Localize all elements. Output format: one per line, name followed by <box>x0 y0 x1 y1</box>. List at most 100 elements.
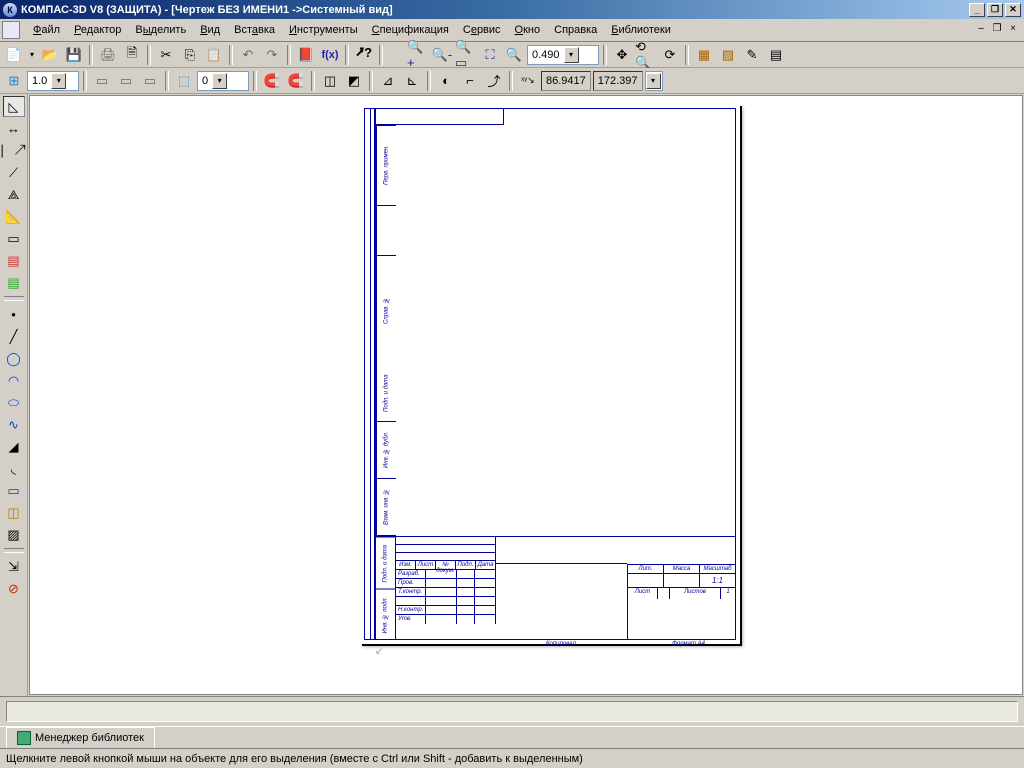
point-tool[interactable]: • <box>3 304 25 325</box>
paste-button[interactable]: 📋 <box>203 44 225 66</box>
ortho-button[interactable]: ⌐ <box>459 70 481 92</box>
param2-button[interactable]: ◩ <box>343 70 365 92</box>
layer3-button[interactable]: ▭ <box>139 70 161 92</box>
menu-insert[interactable]: Вставка <box>227 22 282 38</box>
zoom-prev-button[interactable]: ⟲🔍 <box>635 44 657 66</box>
dimension-tool[interactable]: ↔ <box>3 118 25 139</box>
new-dropdown[interactable]: ▾ <box>27 44 37 66</box>
rect-tool[interactable]: ▭ <box>3 480 25 501</box>
snap2-button[interactable]: 🧲 <box>285 70 307 92</box>
undo-button[interactable]: ↶ <box>237 44 259 66</box>
select-tool[interactable]: ▭ <box>3 228 25 249</box>
pan-button[interactable]: ✥ <box>611 44 633 66</box>
layer1-button[interactable]: ▭ <box>91 70 113 92</box>
window-title: КОМПАС-3D V8 (ЗАЩИТА) - [Чертеж БЕЗ ИМЕН… <box>21 4 969 16</box>
view1-button[interactable]: ▦ <box>693 44 715 66</box>
param-tool[interactable]: ⟁ <box>3 184 25 205</box>
measure-tool[interactable]: 📐 <box>3 206 25 227</box>
minimize-button[interactable]: _ <box>969 3 985 17</box>
menu-view[interactable]: Вид <box>193 22 227 38</box>
hatch-button[interactable]: ⬚ <box>173 70 195 92</box>
spline-tool[interactable]: ∿ <box>3 414 25 435</box>
zoom-combo[interactable]: 0.490 ▾ <box>527 45 599 65</box>
print-button[interactable]: 🖨 <box>97 44 119 66</box>
tb-revision-block: Изм. Лист № докум. Подп. Дата Разраб. Пр… <box>396 537 496 640</box>
lineweight-combo[interactable]: 1.0 ▾ <box>27 71 79 91</box>
library-icon <box>17 731 31 745</box>
zoom-out-button[interactable]: 🔍- <box>431 44 453 66</box>
mdi-close[interactable]: × <box>1006 24 1020 36</box>
canvas[interactable]: Перв. примен. Справ. № Подп. и дата Инв.… <box>29 95 1023 695</box>
menu-editor[interactable]: Редактор <box>67 22 128 38</box>
report-tool[interactable]: ▤ <box>3 272 25 293</box>
ellipse-tool[interactable]: ⬭ <box>3 392 25 413</box>
stop-tool[interactable]: ⊘ <box>3 578 25 599</box>
ortho2-button[interactable]: ⊾ <box>401 70 423 92</box>
dropdown-icon[interactable]: ▾ <box>646 73 661 89</box>
hatch2-tool[interactable]: ▨ <box>3 524 25 545</box>
drawing-sheet[interactable]: Перв. примен. Справ. № Подп. и дата Инв.… <box>360 104 740 644</box>
param1-button[interactable]: ◫ <box>319 70 341 92</box>
drag-tool[interactable]: ⇲ <box>3 556 25 577</box>
grid-button[interactable]: ⊞ <box>3 70 25 92</box>
menu-file[interactable]: Файл <box>26 22 67 38</box>
circle-tool[interactable]: ◯ <box>3 348 25 369</box>
geometry-tool[interactable]: ◺ <box>3 96 25 117</box>
zoom-object-button[interactable]: 🔍 <box>503 44 525 66</box>
menu-libs[interactable]: Библиотеки <box>604 22 678 38</box>
dropdown-icon[interactable]: ▾ <box>564 47 579 63</box>
redraw-button[interactable]: ⟳ <box>659 44 681 66</box>
zoom-in-button[interactable]: 🔍+ <box>407 44 429 66</box>
menu-tools[interactable]: Инструменты <box>282 22 365 38</box>
properties-button[interactable]: 📕 <box>295 44 317 66</box>
ortho1-button[interactable]: ⊿ <box>377 70 399 92</box>
close-button[interactable]: ✕ <box>1005 3 1021 17</box>
cut-button[interactable]: ✂ <box>155 44 177 66</box>
chamfer-tool[interactable]: ◢ <box>3 436 25 457</box>
line-tool[interactable]: ╱ <box>3 326 25 347</box>
symbol-tool[interactable]: ⎸↗ <box>3 140 25 161</box>
menu-window[interactable]: Окно <box>508 22 548 38</box>
arc-tool[interactable]: ◠ <box>3 370 25 391</box>
edit-tool[interactable]: ⟋ <box>3 162 25 183</box>
doc-icon[interactable] <box>2 21 20 39</box>
help-cursor-button[interactable]: ⭷? <box>353 44 375 66</box>
tb-right-block: Лит. Масса Масштаб 1:1 Лист Листов1 <box>627 564 735 599</box>
origin-marker: ↙ <box>375 646 383 657</box>
round-button[interactable]: ◐ <box>435 70 457 92</box>
menu-service[interactable]: Сервис <box>456 22 508 38</box>
mdi-minimize[interactable]: – <box>974 24 988 36</box>
app-icon: К <box>3 3 17 17</box>
view4-button[interactable]: ▤ <box>765 44 787 66</box>
zoom-fit-button[interactable]: ⛶ <box>479 44 501 66</box>
zoom-window-button[interactable]: 🔍▭ <box>455 44 477 66</box>
fillet-tool[interactable]: ◟ <box>3 458 25 479</box>
variables-button[interactable]: f(x) <box>319 44 341 66</box>
wrap-button[interactable]: ⤴ <box>483 70 505 92</box>
menu-help[interactable]: Справка <box>547 22 604 38</box>
preview-button[interactable]: 🗎 <box>121 44 143 66</box>
view2-button[interactable]: ▨ <box>717 44 739 66</box>
property-panel-inner[interactable] <box>6 701 1018 722</box>
menu-spec[interactable]: Спецификация <box>365 22 456 38</box>
mdi-restore[interactable]: ❐ <box>990 24 1004 36</box>
new-button[interactable]: 📄 <box>3 44 25 66</box>
layer2-button[interactable]: ▭ <box>115 70 137 92</box>
copy-button[interactable]: ⎘ <box>179 44 201 66</box>
redo-button[interactable]: ↷ <box>261 44 283 66</box>
spec-tool[interactable]: ▤ <box>3 250 25 271</box>
menu-select[interactable]: Выделить <box>128 22 193 38</box>
save-button[interactable]: 💾 <box>63 44 85 66</box>
collect-tool[interactable]: ◫ <box>3 502 25 523</box>
restore-button[interactable]: ❐ <box>987 3 1003 17</box>
dropdown-icon[interactable]: ▾ <box>212 73 227 89</box>
libmgr-tab[interactable]: Менеджер библиотек <box>6 727 155 748</box>
layer-value: 0 <box>202 75 208 87</box>
dropdown-icon[interactable]: ▾ <box>51 73 66 89</box>
layer-combo[interactable]: 0 ▾ <box>197 71 249 91</box>
coord-dropdown[interactable]: ▾ <box>645 71 663 91</box>
status-hint: Щелкните левой кнопкой мыши на объекте д… <box>6 753 583 765</box>
open-button[interactable]: 📂 <box>39 44 61 66</box>
view3-button[interactable]: ✎ <box>741 44 763 66</box>
snap1-button[interactable]: 🧲 <box>261 70 283 92</box>
